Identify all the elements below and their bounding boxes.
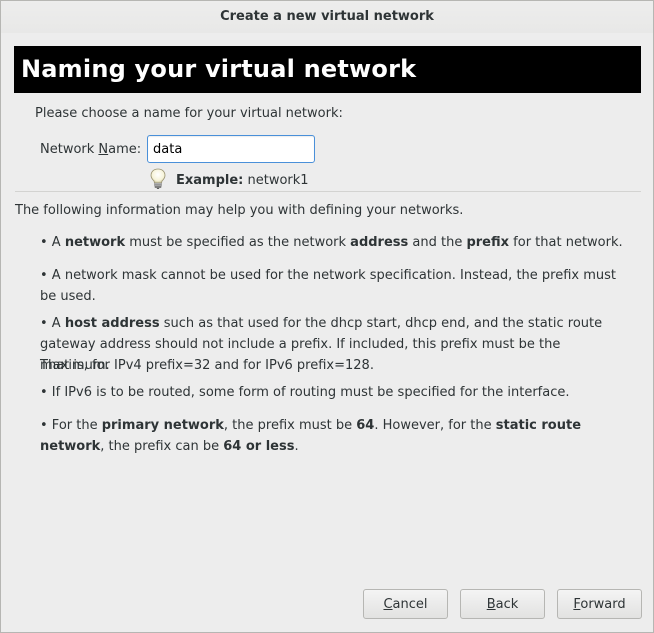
cancel-label: ancel [392, 597, 428, 612]
page-header-band: Naming your virtual network [14, 46, 641, 93]
network-name-input[interactable] [147, 135, 315, 163]
bullet-text: , the prefix must be [223, 418, 357, 433]
bullet-bold: prefix [466, 235, 510, 250]
bullet-text: must be specified as the network [125, 235, 351, 250]
bullet-text: • A [40, 316, 65, 331]
back-mnemonic: B [486, 597, 496, 612]
forward-label: orward [580, 597, 626, 612]
bullet-bold: network [40, 439, 101, 454]
section-divider [15, 191, 641, 192]
info-bullet-3-cont2: That is, for IPv4 prefix=32 and for IPv6… [40, 355, 632, 376]
name-prompt: Please choose a name for your virtual ne… [35, 106, 343, 121]
bullet-text: • A [40, 235, 65, 250]
network-name-label-mnemonic: N [98, 142, 109, 157]
network-name-label-pre: Network [40, 142, 99, 157]
info-intro: The following information may help you w… [15, 203, 464, 218]
lightbulb-icon [150, 168, 166, 189]
bullet-text: . However, for the [374, 418, 496, 433]
forward-button[interactable]: Forward [557, 589, 642, 619]
cancel-mnemonic: C [383, 597, 393, 612]
bullet-bold: 64 or less [223, 439, 295, 454]
example-hint: Example: network1 [176, 173, 309, 188]
info-bullet-4: • If IPv6 is to be routed, some form of … [40, 382, 632, 403]
bullet-bold: address [350, 235, 409, 250]
network-name-label-post: ame: [108, 142, 142, 157]
bullet-bold: network [64, 235, 126, 250]
dialog-window: Create a new virtual network Naming your… [0, 0, 654, 633]
bullet-text: • If IPv6 is to be routed, some form of … [40, 385, 570, 400]
bullet-text: and the [408, 235, 467, 250]
network-name-label: Network Name: [40, 142, 141, 157]
bullet-text: • A network mask cannot be used for the … [40, 268, 617, 283]
info-bullet-5-cont: network, the prefix can be 64 or less. [40, 436, 632, 457]
bullet-text: such as that used for the dhcp start, dh… [159, 316, 603, 331]
info-bullet-2: • A network mask cannot be used for the … [40, 265, 632, 286]
info-bullet-5: • For the primary network, the prefix mu… [40, 415, 632, 436]
bullet-text: That is, for IPv4 prefix=32 and for IPv6… [40, 358, 374, 373]
info-bullet-1: • A network must be specified as the net… [40, 232, 632, 253]
bullet-text: • For the [40, 418, 102, 433]
example-label: Example: [176, 173, 244, 188]
window-title: Create a new virtual network [1, 1, 653, 33]
example-value: network1 [247, 173, 309, 188]
bullet-text: be used. [40, 289, 96, 304]
back-label: ack [495, 597, 519, 612]
bullet-bold: static route [495, 418, 582, 433]
bullet-bold: host address [64, 316, 160, 331]
bullet-text: , the prefix can be [100, 439, 224, 454]
bullet-bold: primary network [101, 418, 224, 433]
bullet-text: . [294, 439, 299, 454]
bullet-bold: 64 [356, 418, 375, 433]
info-bullet-3: • A host address such as that used for t… [40, 313, 632, 334]
page-title: Naming your virtual network [21, 55, 417, 83]
cancel-button[interactable]: Cancel [363, 589, 448, 619]
info-bullet-2-cont: be used. [40, 286, 632, 307]
back-button[interactable]: Back [460, 589, 545, 619]
bullet-text: for that network. [509, 235, 623, 250]
